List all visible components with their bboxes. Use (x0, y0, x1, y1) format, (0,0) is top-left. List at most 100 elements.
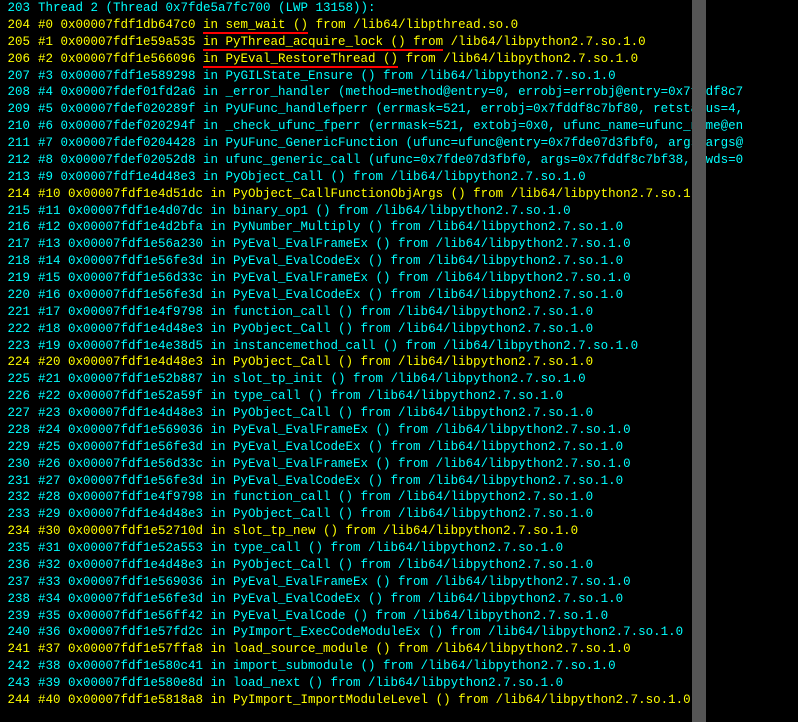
stack-line: 232#28 0x00007fdf1e4f9798 in function_ca… (0, 489, 798, 506)
line-content: #29 0x00007fdf1e4d48e3 in PyObject_Call … (38, 506, 593, 523)
line-number: 218 (0, 253, 38, 270)
line-content: #28 0x00007fdf1e4f9798 in function_call … (38, 489, 593, 506)
line-number: 221 (0, 304, 38, 321)
line-number: 216 (0, 219, 38, 236)
line-number: 225 (0, 371, 38, 388)
stack-line: 209#5 0x00007fdef020289f in PyUFunc_hand… (0, 101, 798, 118)
line-number: 236 (0, 557, 38, 574)
highlighted-call: in PyEval_RestoreThread () (203, 52, 398, 68)
line-content: #21 0x00007fdf1e52b887 in slot_tp_init (… (38, 371, 586, 388)
line-content: #32 0x00007fdf1e4d48e3 in PyObject_Call … (38, 557, 593, 574)
stack-line: 243#39 0x00007fdf1e580e8d in load_next (… (0, 675, 798, 692)
stack-line: 231#27 0x00007fdf1e56fe3d in PyEval_Eval… (0, 473, 798, 490)
line-content: #24 0x00007fdf1e569036 in PyEval_EvalFra… (38, 422, 631, 439)
stack-line: 213#9 0x00007fdf1e4d48e3 in PyObject_Cal… (0, 169, 798, 186)
stack-line: 217#13 0x00007fdf1e56a230 in PyEval_Eval… (0, 236, 798, 253)
stack-line: 239#35 0x00007fdf1e56ff42 in PyEval_Eval… (0, 608, 798, 625)
stack-line: 205#1 0x00007fdf1e59a535 in PyThread_acq… (0, 34, 798, 51)
line-number: 204 (0, 17, 38, 34)
line-number: 214 (0, 186, 38, 203)
line-number: 242 (0, 658, 38, 675)
stack-line: 225#21 0x00007fdf1e52b887 in slot_tp_ini… (0, 371, 798, 388)
line-content: #12 0x00007fdf1e4d2bfa in PyNumber_Multi… (38, 219, 623, 236)
line-content: #25 0x00007fdf1e56fe3d in PyEval_EvalCod… (38, 439, 623, 456)
line-number: 209 (0, 101, 38, 118)
line-content: #2 0x00007fdf1e566096 in PyEval_RestoreT… (38, 51, 638, 68)
line-number: 208 (0, 84, 38, 101)
stack-line: 241#37 0x00007fdf1e57ffa8 in load_source… (0, 641, 798, 658)
line-content: #13 0x00007fdf1e56a230 in PyEval_EvalFra… (38, 236, 631, 253)
stack-line: 212#8 0x00007fdef02052d8 in ufunc_generi… (0, 152, 798, 169)
line-number: 228 (0, 422, 38, 439)
line-number: 230 (0, 456, 38, 473)
stack-line: 219#15 0x00007fdf1e56d33c in PyEval_Eval… (0, 270, 798, 287)
line-number: 240 (0, 624, 38, 641)
stack-line: 206#2 0x00007fdf1e566096 in PyEval_Resto… (0, 51, 798, 68)
line-content: #11 0x00007fdf1e4d07dc in binary_op1 () … (38, 203, 571, 220)
line-content: #39 0x00007fdf1e580e8d in load_next () f… (38, 675, 563, 692)
line-content: #8 0x00007fdef02052d8 in ufunc_generic_c… (38, 152, 743, 169)
line-number: 233 (0, 506, 38, 523)
stack-line: 228#24 0x00007fdf1e569036 in PyEval_Eval… (0, 422, 798, 439)
line-number: 224 (0, 354, 38, 371)
line-number: 217 (0, 236, 38, 253)
line-number: 210 (0, 118, 38, 135)
line-number: 223 (0, 338, 38, 355)
line-number: 229 (0, 439, 38, 456)
line-content: #19 0x00007fdf1e4e38d5 in instancemethod… (38, 338, 638, 355)
stack-line: 214#10 0x00007fdf1e4d51dc in PyObject_Ca… (0, 186, 798, 203)
line-content: #20 0x00007fdf1e4d48e3 in PyObject_Call … (38, 354, 593, 371)
line-content: #34 0x00007fdf1e56fe3d in PyEval_EvalCod… (38, 591, 623, 608)
line-number: 212 (0, 152, 38, 169)
line-number: 213 (0, 169, 38, 186)
line-content: #0 0x00007fdf1db647c0 in sem_wait () fro… (38, 17, 518, 34)
stack-line: 218#14 0x00007fdf1e56fe3d in PyEval_Eval… (0, 253, 798, 270)
debugger-output: 203Thread 2 (Thread 0x7fde5a7fc700 (LWP … (0, 0, 798, 709)
stack-line: 220#16 0x00007fdf1e56fe3d in PyEval_Eval… (0, 287, 798, 304)
line-content: #6 0x00007fdef020294f in _check_ufunc_fp… (38, 118, 743, 135)
line-content: #4 0x00007fdef01fd2a6 in _error_handler … (38, 84, 743, 101)
line-content: #38 0x00007fdf1e580c41 in import_submodu… (38, 658, 616, 675)
highlighted-call: in PyThread_acquire_lock () from (203, 35, 443, 51)
stack-line: 230#26 0x00007fdf1e56d33c in PyEval_Eval… (0, 456, 798, 473)
stack-line: 236#32 0x00007fdf1e4d48e3 in PyObject_Ca… (0, 557, 798, 574)
highlighted-call: in sem_wait () (203, 18, 308, 34)
line-content: #31 0x00007fdf1e52a553 in type_call () f… (38, 540, 563, 557)
scrollbar-thumb[interactable] (692, 0, 706, 722)
stack-line: 229#25 0x00007fdf1e56fe3d in PyEval_Eval… (0, 439, 798, 456)
line-content: #16 0x00007fdf1e56fe3d in PyEval_EvalCod… (38, 287, 623, 304)
stack-line: 221#17 0x00007fdf1e4f9798 in function_ca… (0, 304, 798, 321)
line-content: #7 0x00007fdef0204428 in PyUFunc_Generic… (38, 135, 743, 152)
line-content: #10 0x00007fdf1e4d51dc in PyObject_CallF… (38, 186, 706, 203)
stack-line: 215#11 0x00007fdf1e4d07dc in binary_op1 … (0, 203, 798, 220)
stack-line: 244#40 0x00007fdf1e5818a8 in PyImport_Im… (0, 692, 798, 709)
stack-line: 223#19 0x00007fdf1e4e38d5 in instancemet… (0, 338, 798, 355)
line-number: 234 (0, 523, 38, 540)
line-number: 211 (0, 135, 38, 152)
line-content: #33 0x00007fdf1e569036 in PyEval_EvalFra… (38, 574, 631, 591)
line-content: #35 0x00007fdf1e56ff42 in PyEval_EvalCod… (38, 608, 608, 625)
line-content: #9 0x00007fdf1e4d48e3 in PyObject_Call (… (38, 169, 586, 186)
stack-line: 238#34 0x00007fdf1e56fe3d in PyEval_Eval… (0, 591, 798, 608)
stack-line: 234#30 0x00007fdf1e52710d in slot_tp_new… (0, 523, 798, 540)
line-content: #40 0x00007fdf1e5818a8 in PyImport_Impor… (38, 692, 691, 709)
line-content: #22 0x00007fdf1e52a59f in type_call () f… (38, 388, 563, 405)
line-content: #26 0x00007fdf1e56d33c in PyEval_EvalFra… (38, 456, 631, 473)
line-number: 207 (0, 68, 38, 85)
line-content: #14 0x00007fdf1e56fe3d in PyEval_EvalCod… (38, 253, 623, 270)
line-number: 231 (0, 473, 38, 490)
line-content: #36 0x00007fdf1e57fd2c in PyImport_ExecC… (38, 624, 683, 641)
stack-line: 211#7 0x00007fdef0204428 in PyUFunc_Gene… (0, 135, 798, 152)
stack-line: 233#29 0x00007fdf1e4d48e3 in PyObject_Ca… (0, 506, 798, 523)
line-number: 206 (0, 51, 38, 68)
line-content: #1 0x00007fdf1e59a535 in PyThread_acquir… (38, 34, 646, 51)
line-content: #15 0x00007fdf1e56d33c in PyEval_EvalFra… (38, 270, 631, 287)
line-content: #3 0x00007fdf1e589298 in PyGILState_Ensu… (38, 68, 616, 85)
line-number: 244 (0, 692, 38, 709)
scrollbar[interactable] (692, 0, 706, 722)
line-content: #27 0x00007fdf1e56fe3d in PyEval_EvalCod… (38, 473, 623, 490)
stack-line: 207#3 0x00007fdf1e589298 in PyGILState_E… (0, 68, 798, 85)
stack-line: 224#20 0x00007fdf1e4d48e3 in PyObject_Ca… (0, 354, 798, 371)
line-number: 220 (0, 287, 38, 304)
line-content: #18 0x00007fdf1e4d48e3 in PyObject_Call … (38, 321, 593, 338)
